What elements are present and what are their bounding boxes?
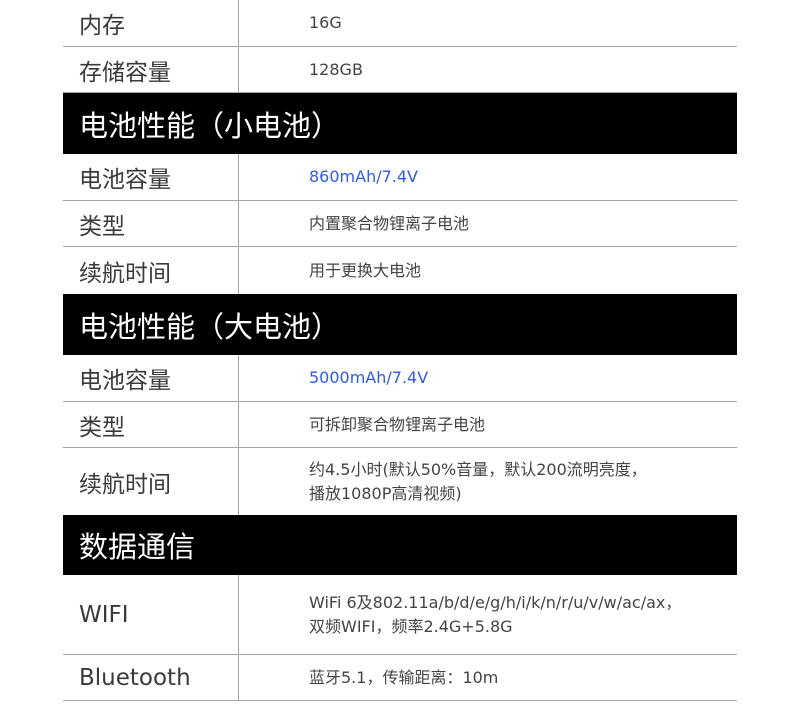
spec-row-bluetooth: Bluetooth 蓝牙5.1，传输距离：10m [63,655,737,701]
spec-row-battery-capacity: 电池容量 860mAh/7.4V [63,154,737,201]
spec-label: Bluetooth [63,655,239,700]
spec-value: 128GB [309,59,363,79]
spec-value: 可拆卸聚合物锂离子电池 [309,414,486,434]
spec-value: WiFi 6及802.11a/b/d/e/g/h/i/k/n/r/u/v/w/a… [309,592,682,636]
spec-label: 电池容量 [63,154,239,200]
spec-row-battery-life: 续航时间 约4.5小时(默认50%音量，默认200流明亮度， 播放1080P高清… [63,448,737,515]
spec-label: 存储容量 [63,47,239,92]
section-header-small-battery: 电池性能（小电池） [63,93,737,154]
spec-value: 约4.5小时(默认50%音量，默认200流明亮度， 播放1080P高清视频) [309,459,647,503]
spec-row-battery-life: 续航时间 用于更换大电池 [63,247,737,294]
spec-label: 内存 [63,0,239,46]
spec-value: 蓝牙5.1，传输距离：10m [309,667,499,687]
spec-value: 内置聚合物锂离子电池 [309,213,470,233]
spec-label: WIFI [63,575,239,654]
spec-row-battery-type: 类型 可拆卸聚合物锂离子电池 [63,402,737,448]
section-header-data-communication: 数据通信 [63,515,737,575]
spec-row-wifi: WIFI WiFi 6及802.11a/b/d/e/g/h/i/k/n/r/u/… [63,575,737,655]
spec-value: 5000mAh/7.4V [309,368,429,387]
spec-label: 续航时间 [63,247,239,294]
spec-label: 续航时间 [63,448,239,515]
spec-label: 电池容量 [63,355,239,401]
spec-value: 860mAh/7.4V [309,167,418,186]
section-header-large-battery: 电池性能（大电池） [63,294,737,355]
spec-row-battery-type: 类型 内置聚合物锂离子电池 [63,201,737,247]
spec-value: 用于更换大电池 [309,260,422,280]
spec-row-battery-capacity: 电池容量 5000mAh/7.4V [63,355,737,402]
spec-label: 类型 [63,201,239,246]
spec-table: 内存 16G 存储容量 128GB 电池性能（小电池） 电池容量 860mAh/… [63,0,737,701]
spec-row-storage: 存储容量 128GB [63,47,737,93]
spec-value: 16G [309,13,342,32]
spec-row-memory: 内存 16G [63,0,737,47]
spec-label: 类型 [63,402,239,447]
